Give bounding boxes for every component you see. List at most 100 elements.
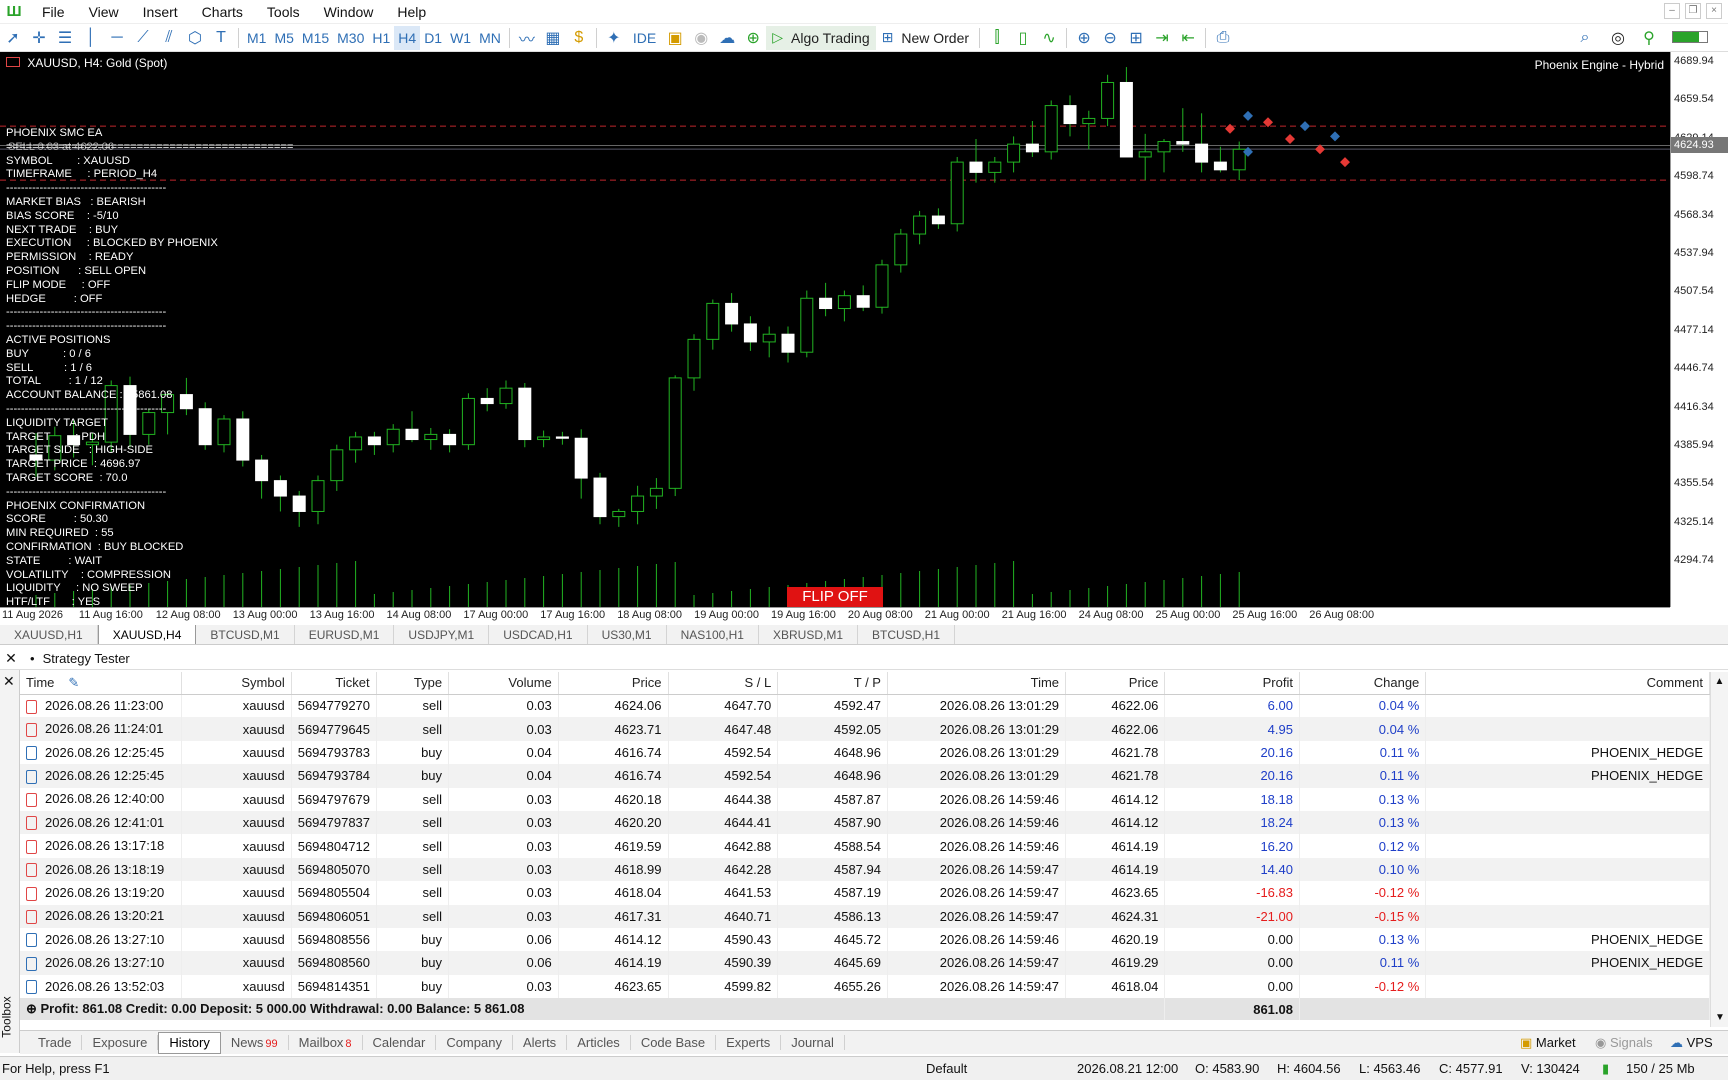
tab-alerts[interactable]: Alerts: [513, 1035, 568, 1050]
tf-w1[interactable]: W1: [446, 26, 475, 50]
tab-symbol-chart[interactable]: XAUUSD,H1: [0, 625, 98, 644]
new-order-button[interactable]: ⊞ New Order: [876, 26, 975, 50]
cloud-icon[interactable]: ☁: [714, 26, 740, 50]
column-header[interactable]: Price: [558, 672, 669, 695]
tab-symbol-chart[interactable]: BTCUSD,M1: [196, 625, 295, 644]
restore-icon[interactable]: ❐: [1685, 3, 1701, 19]
tf-mn[interactable]: MN: [475, 26, 505, 50]
dollar-icon[interactable]: $: [566, 26, 592, 50]
account-icon[interactable]: ◎: [1605, 26, 1631, 50]
time-axis[interactable]: 11 Aug 2026 11 Aug 16:00 12 Aug 08:00 13 Au…: [0, 607, 1670, 624]
line-chart-icon[interactable]: ∿: [1036, 26, 1062, 50]
chart-type-icon[interactable]: 〰: [514, 26, 540, 50]
table-row[interactable]: 2026.08.26 13:18:19 xauusd 5694805070 sell 0…: [20, 857, 1710, 882]
tab-symbol-chart[interactable]: XBRUSD,M1: [759, 625, 858, 644]
table-row[interactable]: 2026.08.26 12:25:45 xauusd 5694793784 buy 0.…: [20, 764, 1710, 788]
tf-m15[interactable]: M15: [298, 26, 333, 50]
table-row[interactable]: 2026.08.26 11:23:00 xauusd 5694779270 sell 0…: [20, 694, 1710, 718]
crosshair-icon[interactable]: ✛: [26, 26, 52, 50]
vps-icon[interactable]: ⊕: [740, 26, 766, 50]
close-icon[interactable]: ✕: [3, 673, 15, 690]
algo-trading-button[interactable]: ▷ Algo Trading: [766, 25, 876, 50]
cursor-icon[interactable]: ➚: [0, 26, 26, 50]
tab-calendar[interactable]: Calendar: [363, 1035, 437, 1050]
level-icon[interactable]: ⚲: [1636, 26, 1662, 50]
price-chart[interactable]: XAUUSD, H4: Gold (Spot) Phoenix Engine -…: [0, 52, 1670, 607]
column-header[interactable]: Time ✎: [20, 672, 182, 695]
ai-sparkle-icon[interactable]: ✦: [601, 26, 627, 50]
chart-shift-icon[interactable]: ⇤: [1175, 26, 1201, 50]
column-header[interactable]: Price: [1065, 672, 1166, 695]
status-profile[interactable]: Default: [926, 1061, 967, 1076]
lines-icon[interactable]: ☰: [52, 26, 78, 50]
column-header[interactable]: T / P: [777, 672, 888, 695]
tab-vps[interactable]: ☁ VPS: [1670, 1035, 1713, 1051]
trendline-icon[interactable]: ⟋: [130, 26, 156, 50]
tab-articles[interactable]: Articles: [567, 1035, 631, 1050]
tf-h4[interactable]: H4: [394, 25, 421, 50]
column-header[interactable]: Profit: [1164, 672, 1300, 695]
zoom-out-icon[interactable]: ⊖: [1097, 26, 1123, 50]
shapes-icon[interactable]: ⬡: [182, 26, 208, 50]
tf-d1[interactable]: D1: [420, 26, 446, 50]
table-row[interactable]: 2026.08.26 13:20:21 xauusd 5694806051 sell 0…: [20, 904, 1710, 928]
autoscroll-icon[interactable]: ⇥: [1149, 26, 1175, 50]
tab-company[interactable]: Company: [436, 1035, 513, 1050]
menu-help[interactable]: Help: [385, 0, 438, 24]
close-icon[interactable]: ✕: [0, 650, 22, 667]
tab-signals[interactable]: ◉ Signals: [1595, 1035, 1653, 1051]
tab-news[interactable]: News 99: [221, 1035, 289, 1050]
tab-symbol-chart[interactable]: XAUUSD,H4: [97, 625, 197, 644]
tab-trade[interactable]: Trade: [28, 1035, 83, 1050]
menu-file[interactable]: File: [30, 0, 77, 24]
column-header[interactable]: Type: [376, 672, 450, 695]
close-icon[interactable]: ×: [1706, 3, 1722, 19]
bar-chart-icon[interactable]: ⫿: [984, 26, 1010, 50]
menu-charts[interactable]: Charts: [190, 0, 255, 24]
zoom-in-icon[interactable]: ⊕: [1071, 26, 1097, 50]
column-header[interactable]: Volume: [448, 672, 559, 695]
indicators-icon[interactable]: ▦: [540, 26, 566, 50]
column-header[interactable]: Time: [887, 672, 1067, 695]
text-icon[interactable]: T: [208, 26, 234, 50]
tab-market[interactable]: ▣ Market: [1520, 1035, 1576, 1051]
table-row[interactable]: 2026.08.26 13:17:18 xauusd 5694804712 sell 0…: [20, 834, 1710, 858]
column-header[interactable]: Comment: [1425, 672, 1710, 695]
toolbox-label[interactable]: Toolbox: [0, 996, 14, 1037]
tab-symbol-chart[interactable]: US30,M1: [588, 625, 667, 644]
table-row[interactable]: 2026.08.26 11:24:01 xauusd 5694779645 sell 0…: [20, 717, 1710, 741]
strategy-tester-label[interactable]: Strategy Tester: [43, 651, 130, 666]
table-scrollbar[interactable]: ▲ ▼: [1710, 672, 1728, 1027]
table-row[interactable]: 2026.08.26 13:19:20 xauusd 5694805504 sell 0…: [20, 881, 1710, 905]
scroll-down-icon[interactable]: ▼: [1715, 1012, 1725, 1023]
column-header[interactable]: Ticket: [291, 672, 377, 695]
edit-icon[interactable]: ✎: [68, 675, 79, 690]
market-bag-icon[interactable]: ▣: [662, 26, 688, 50]
menu-insert[interactable]: Insert: [131, 0, 190, 24]
menu-tools[interactable]: Tools: [255, 0, 312, 24]
table-row[interactable]: 2026.08.26 12:41:01 xauusd 5694797837 sell 0…: [20, 810, 1710, 835]
screenshot-icon[interactable]: ⎙: [1210, 26, 1236, 50]
ide-button[interactable]: IDE: [627, 26, 662, 50]
candlestick-icon[interactable]: ▯: [1010, 26, 1036, 50]
horizontal-line-icon[interactable]: ─: [104, 26, 130, 50]
tab-symbol-chart[interactable]: EURUSD,M1: [295, 625, 395, 644]
tab-symbol-chart[interactable]: USDCAD,H1: [489, 625, 588, 644]
vertical-line-icon[interactable]: │: [78, 26, 104, 50]
tab-journal[interactable]: Journal: [781, 1035, 845, 1050]
tab-mailbox[interactable]: Mailbox 8: [289, 1035, 363, 1050]
minimize-icon[interactable]: –: [1664, 3, 1680, 19]
menu-window[interactable]: Window: [312, 0, 386, 24]
tab-symbol-chart[interactable]: NAS100,H1: [667, 625, 759, 644]
column-header[interactable]: Change: [1299, 672, 1427, 695]
tab-code-base[interactable]: Code Base: [631, 1035, 717, 1050]
tab-symbol-chart[interactable]: USDJPY,M1: [394, 625, 490, 644]
menu-view[interactable]: View: [77, 0, 131, 24]
channel-icon[interactable]: ⫽: [156, 26, 182, 50]
tab-exposure[interactable]: Exposure: [82, 1035, 159, 1050]
table-row[interactable]: 2026.08.26 13:52:03 xauusd 5694814351 buy 0.…: [20, 974, 1710, 999]
tf-m30[interactable]: M30: [333, 26, 368, 50]
table-row[interactable]: 2026.08.26 13:27:10 xauusd 5694808556 buy 0.…: [20, 927, 1710, 952]
tile-windows-icon[interactable]: ⊞: [1123, 26, 1149, 50]
table-row[interactable]: 2026.08.26 13:27:10 xauusd 5694808560 buy 0.…: [20, 951, 1710, 975]
